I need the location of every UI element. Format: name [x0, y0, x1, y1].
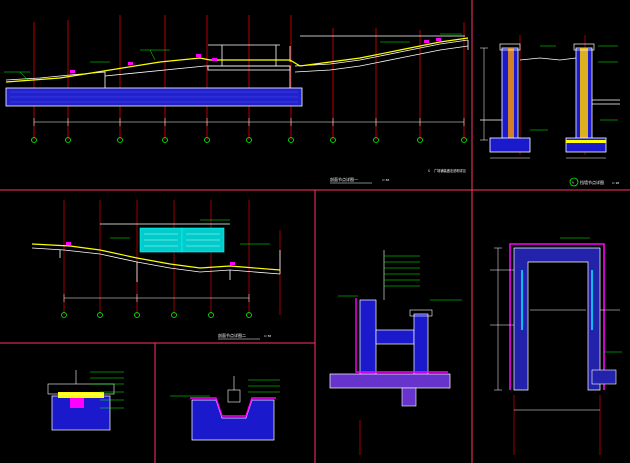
detail-a-title: 挡墙节点详图 — [580, 179, 604, 185]
detail-e-ledge — [591, 369, 617, 385]
section-1-note-mark: S — [428, 169, 430, 173]
left-footing — [489, 137, 531, 153]
detail-d-left-wall — [359, 299, 377, 381]
section-1-title: 剖面节点详图一 — [330, 176, 358, 182]
detail-d-base-slab — [329, 373, 451, 389]
detail-b-paving — [58, 392, 104, 398]
section-2-scale: 1:50 — [264, 334, 271, 338]
detail-d-right-wall — [413, 313, 429, 385]
detail-b-drain — [70, 398, 84, 408]
left-wall-core — [508, 48, 514, 140]
right-wall-core — [580, 48, 588, 140]
detail-d-slab — [375, 329, 415, 345]
section-2-title: 剖面节点详图二 — [218, 332, 246, 338]
section-1-scale: 1:50 — [382, 178, 389, 182]
right-footing-waterproof — [566, 140, 606, 143]
section-1-note-text: 广场铺装做法说明详见 — [434, 168, 467, 173]
detail-a-marker-label: A — [572, 181, 574, 185]
detail-a-scale: 1:20 — [612, 181, 619, 185]
detail-d-footing — [401, 387, 417, 407]
cad-drawing-sheet: 剖面节点详图一 1:50 S 广场铺装做法说明详见 A 挡墙节点详图 1:20 … — [0, 0, 630, 463]
